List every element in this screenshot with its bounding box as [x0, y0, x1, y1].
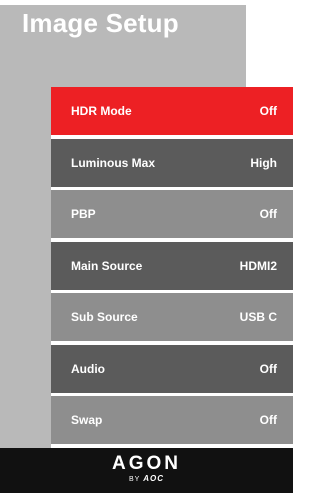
agon-logo: AGON BY AOC	[0, 454, 293, 485]
menu-item-label: PBP	[71, 207, 96, 221]
menu-item-label: HDR Mode	[71, 104, 132, 118]
menu-item-swap[interactable]: Swap Off	[51, 396, 293, 444]
osd-menu: HDR Mode Off Luminous Max High PBP Off M…	[51, 87, 293, 448]
menu-item-sub-source[interactable]: Sub Source USB C	[51, 293, 293, 341]
menu-item-value: Off	[259, 207, 277, 221]
menu-item-hdr-mode[interactable]: HDR Mode Off	[51, 87, 293, 135]
logo-subtitle: BY AOC	[0, 474, 293, 485]
menu-item-label: Main Source	[71, 259, 143, 273]
menu-item-value: HDMI2	[239, 259, 277, 273]
logo-wordmark: AGON	[112, 453, 181, 474]
logo-by-text: BY	[129, 476, 141, 483]
menu-item-label: Audio	[71, 362, 105, 376]
menu-item-pbp[interactable]: PBP Off	[51, 190, 293, 238]
menu-item-label: Luminous Max	[71, 156, 156, 170]
menu-item-value: USB C	[239, 310, 277, 324]
menu-item-value: Off	[259, 413, 277, 427]
logo-brand-text: AOC	[143, 474, 164, 483]
menu-item-value: Off	[259, 362, 277, 376]
menu-item-value: High	[250, 156, 277, 170]
menu-item-luminous-max[interactable]: Luminous Max High	[51, 139, 293, 187]
brand-bar: AGON BY AOC	[0, 448, 293, 493]
menu-item-main-source[interactable]: Main Source HDMI2	[51, 242, 293, 290]
menu-item-label: Sub Source	[71, 310, 138, 324]
menu-item-value: Off	[259, 104, 277, 118]
menu-item-label: Swap	[71, 413, 103, 427]
page-title: Image Setup	[22, 8, 179, 38]
menu-item-audio[interactable]: Audio Off	[51, 345, 293, 393]
